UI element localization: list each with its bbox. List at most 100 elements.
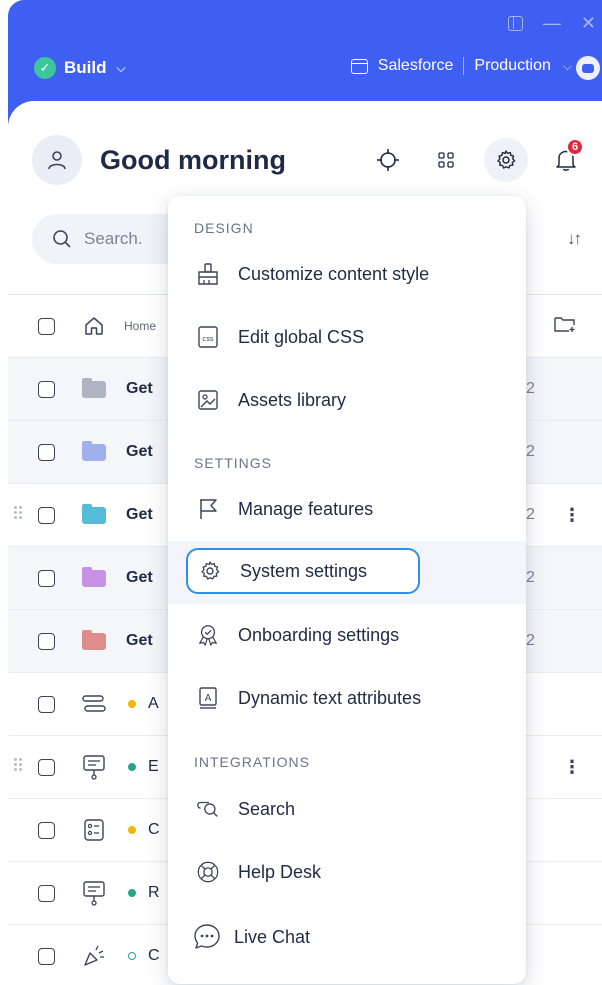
- paint-roller-icon: [196, 262, 220, 286]
- status-dot: [128, 763, 136, 771]
- flag-icon: [196, 497, 220, 521]
- row-title: Get: [126, 443, 153, 460]
- status-dot: [128, 700, 136, 708]
- row-count: 2: [526, 443, 535, 460]
- status-dot: [128, 952, 136, 960]
- settings-dropdown-menu: DESIGN Customize content style css Edit …: [168, 196, 526, 984]
- drag-handle-icon[interactable]: [14, 506, 22, 519]
- search-chat-icon: [196, 797, 220, 821]
- menu-item-label: Onboarding settings: [238, 624, 400, 645]
- folder-icon: [80, 501, 108, 529]
- close-icon[interactable]: ✕: [581, 14, 596, 32]
- notifications-button[interactable]: 6: [546, 138, 586, 180]
- row-checkbox[interactable]: [38, 758, 55, 776]
- menu-item-live-chat[interactable]: Live Chat: [182, 914, 416, 960]
- text-attribute-icon: A: [196, 686, 220, 710]
- row-title: Get: [126, 380, 153, 397]
- row-count: 2: [526, 506, 535, 523]
- walkthrough-icon: [80, 690, 108, 718]
- menu-item-label: Live Chat: [234, 926, 311, 947]
- crosshair-icon: [377, 149, 399, 171]
- svg-text:A: A: [205, 693, 212, 704]
- row-count: 2: [526, 380, 535, 397]
- notification-badge: 6: [566, 138, 584, 156]
- separator: [463, 57, 465, 75]
- badge-check-icon: [196, 623, 220, 647]
- menu-item-help-desk[interactable]: Help Desk: [186, 849, 420, 895]
- gear-icon: [198, 559, 222, 583]
- minimize-icon[interactable]: —: [543, 14, 561, 32]
- menu-item-onboarding-settings[interactable]: Onboarding settings: [186, 612, 420, 658]
- menu-item-label: System settings: [240, 560, 368, 581]
- workspace-selector[interactable]: ✓ Build ⌵: [34, 57, 126, 79]
- workspace-label: Build: [64, 58, 107, 77]
- menu-item-assets-library[interactable]: Assets library: [186, 377, 420, 423]
- row-title: C: [148, 821, 160, 838]
- chat-bubble-icon: [192, 922, 222, 952]
- image-icon: [196, 388, 220, 412]
- lifebuoy-icon: [196, 860, 220, 884]
- section-header-design: DESIGN: [194, 220, 254, 236]
- select-all-checkbox[interactable]: [38, 317, 55, 335]
- menu-item-dynamic-text-attributes[interactable]: A Dynamic text attributes: [186, 675, 422, 721]
- menu-item-manage-features[interactable]: Manage features: [186, 486, 420, 532]
- row-checkbox[interactable]: [38, 443, 55, 461]
- row-checkbox[interactable]: [38, 695, 55, 713]
- tip-icon: [80, 753, 108, 781]
- home-icon[interactable]: [80, 312, 108, 340]
- checklist-icon: [80, 816, 108, 844]
- section-header-settings: SETTINGS: [194, 455, 273, 471]
- sort-button[interactable]: ↓↑: [567, 229, 582, 249]
- window-icon: [350, 58, 368, 74]
- user-icon: [48, 151, 66, 170]
- platform-label: Salesforce: [377, 57, 454, 74]
- sidebar-toggle-icon[interactable]: [507, 15, 523, 31]
- breadcrumb-home[interactable]: Home: [124, 319, 156, 333]
- section-header-integrations: INTEGRATIONS: [194, 754, 310, 770]
- environment-selector[interactable]: Salesforce Production ⌵: [350, 57, 572, 75]
- row-count: 2: [526, 569, 535, 586]
- tip-icon: [80, 879, 108, 907]
- launcher-icon: [80, 942, 108, 970]
- chat-icon: [582, 63, 594, 73]
- menu-item-label: Manage features: [238, 498, 374, 519]
- target-button[interactable]: [368, 140, 408, 180]
- grid-icon: [438, 152, 454, 168]
- settings-button[interactable]: [484, 138, 528, 182]
- row-checkbox[interactable]: [38, 884, 55, 902]
- css-file-icon: css: [196, 325, 220, 349]
- row-checkbox[interactable]: [38, 947, 55, 965]
- menu-item-label: Assets library: [238, 389, 347, 410]
- drag-handle-icon[interactable]: [14, 758, 22, 771]
- avatar[interactable]: [32, 135, 82, 185]
- row-checkbox[interactable]: [38, 569, 55, 587]
- gear-icon: [497, 150, 516, 169]
- menu-item-label: Dynamic text attributes: [238, 687, 422, 708]
- status-dot: [128, 826, 136, 834]
- search-icon: [53, 230, 71, 248]
- chevron-down-icon: ⌵: [116, 60, 126, 75]
- chat-button[interactable]: [576, 56, 600, 80]
- folder-icon: [80, 627, 108, 655]
- more-options-icon[interactable]: ⋮: [563, 757, 581, 778]
- row-title: R: [148, 884, 160, 901]
- menu-item-search[interactable]: Search: [186, 786, 420, 832]
- menu-item-label: Help Desk: [238, 861, 322, 882]
- header-actions: 6: [368, 135, 586, 185]
- greeting-title: Good morning: [100, 144, 286, 175]
- row-checkbox[interactable]: [38, 632, 55, 650]
- chevron-down-icon: ⌵: [562, 58, 572, 73]
- menu-item-edit-global-css[interactable]: css Edit global CSS: [186, 314, 420, 360]
- row-title: Get: [126, 569, 153, 586]
- more-options-icon[interactable]: ⋮: [563, 505, 581, 526]
- menu-item-label: Customize content style: [238, 263, 430, 284]
- menu-item-label: Edit global CSS: [238, 326, 365, 347]
- menu-item-customize-content-style[interactable]: Customize content style: [186, 251, 429, 297]
- row-checkbox[interactable]: [38, 380, 55, 398]
- row-checkbox[interactable]: [38, 821, 55, 839]
- menu-item-system-settings[interactable]: System settings: [186, 548, 420, 594]
- row-checkbox[interactable]: [38, 506, 55, 524]
- apps-button[interactable]: [426, 140, 466, 180]
- menu-item-label: Search: [238, 798, 296, 819]
- new-folder-icon[interactable]: [554, 315, 576, 338]
